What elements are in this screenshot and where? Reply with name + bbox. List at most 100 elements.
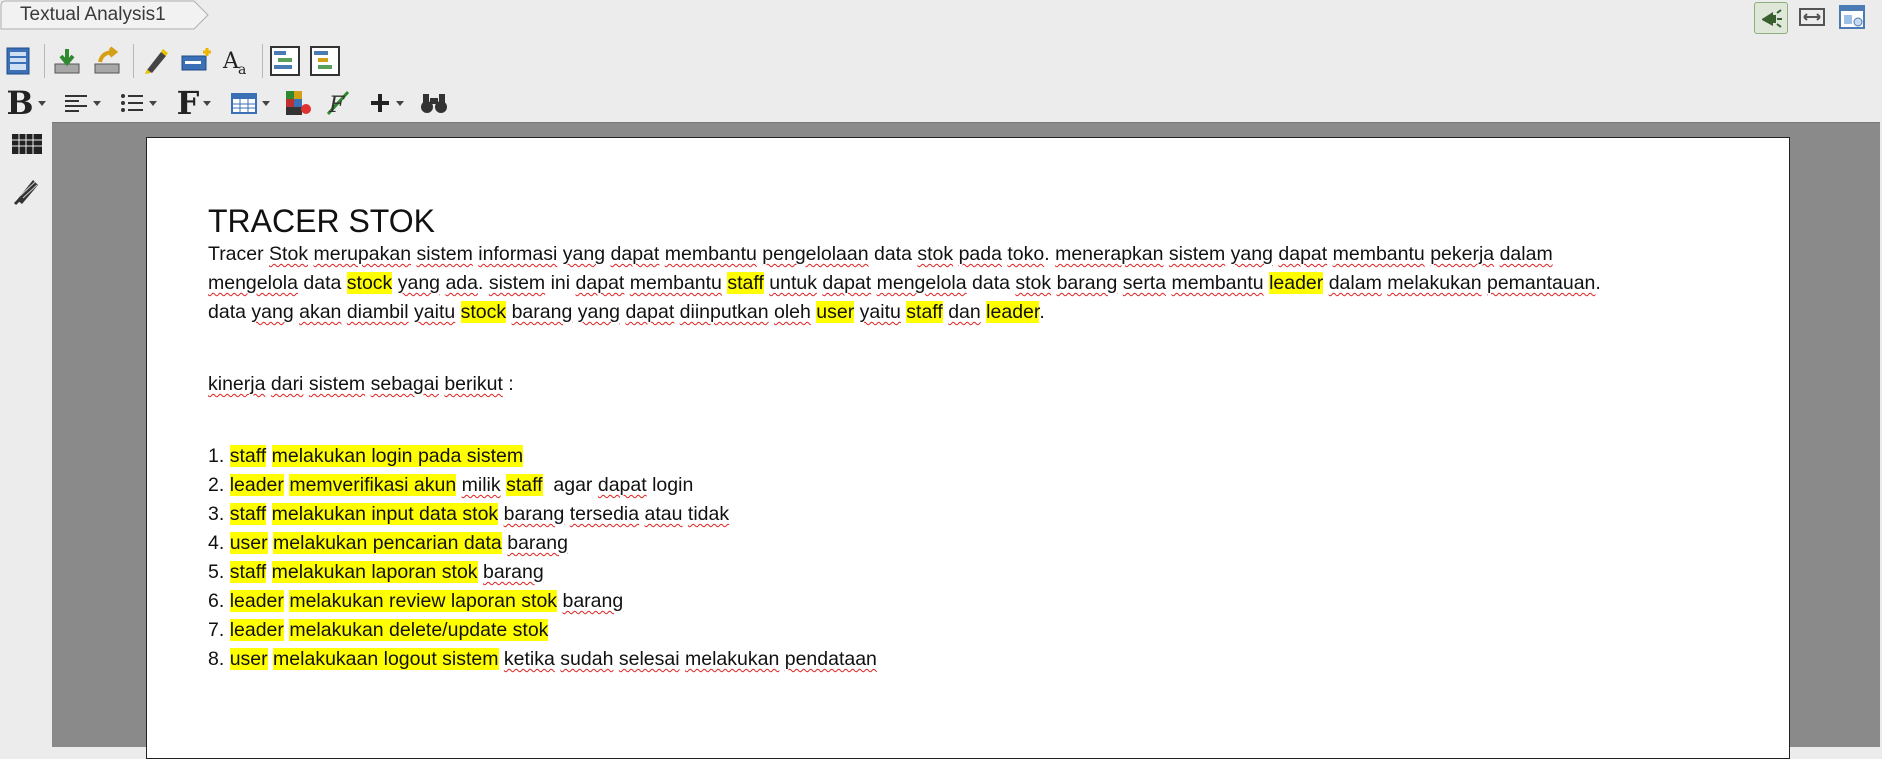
highlighter-icon[interactable] xyxy=(138,43,174,79)
text-run: Tracer xyxy=(208,243,270,265)
paragraph-line: data yang akan diambil yaitu stock baran… xyxy=(208,301,1045,323)
chevron-down-icon xyxy=(149,100,157,106)
highlight-actor: leader xyxy=(229,590,284,612)
bold-icon[interactable]: B xyxy=(0,85,52,121)
chevron-down-icon xyxy=(37,100,46,106)
text-run: tersedia xyxy=(569,503,640,525)
find-icon[interactable] xyxy=(416,85,452,121)
toolbar-row-2: B F F xyxy=(0,84,456,122)
text-run: dapat xyxy=(597,474,647,496)
highlight-actor: staff xyxy=(229,561,267,583)
text-run: sudah xyxy=(560,648,614,670)
document-title: TRACER STOK xyxy=(208,203,435,239)
window-layout-icon[interactable] xyxy=(1836,2,1868,32)
formula-icon[interactable]: F xyxy=(320,85,356,121)
align-icon[interactable] xyxy=(56,85,108,121)
text-run: dari xyxy=(270,373,304,395)
fit-width-icon[interactable] xyxy=(1796,2,1828,32)
list-item: 3. staff melakukan input data stok baran… xyxy=(208,503,730,525)
text-run: dan xyxy=(948,301,981,323)
list-item: 8. user melakukaan logout sistem ketika … xyxy=(208,648,877,670)
highlight-actor: user xyxy=(229,648,268,670)
document-tab[interactable]: Textual Analysis1 xyxy=(0,0,210,30)
highlight-actor: staff xyxy=(506,474,543,496)
text-run: membantu xyxy=(629,272,722,294)
text-run: ada xyxy=(445,272,478,294)
chevron-down-icon xyxy=(203,100,212,106)
list-icon[interactable] xyxy=(112,85,164,121)
new-field-icon[interactable] xyxy=(178,43,214,79)
table-icon[interactable] xyxy=(224,85,276,121)
text-run: sistem xyxy=(308,373,366,395)
text-run: yang xyxy=(1230,243,1273,265)
highlight-phrase: melakukan delete/update stok xyxy=(289,619,549,641)
text-run: selesai xyxy=(618,648,680,670)
highlight-actor: staff xyxy=(229,503,267,525)
highlight-actor: leader xyxy=(229,474,284,496)
text-run: dapat xyxy=(610,243,660,265)
highlight-actor: user xyxy=(229,532,268,554)
structure-view-icon[interactable] xyxy=(307,43,343,79)
text-run: melakukan xyxy=(1387,272,1482,294)
text-run: sebagai xyxy=(370,373,439,395)
list-item: 2. leader memverifikasi akun milik staff… xyxy=(208,474,694,496)
export-icon[interactable] xyxy=(89,43,125,79)
pen-tool-icon[interactable] xyxy=(10,174,44,206)
text-run: pekerja xyxy=(1430,243,1495,265)
text-style-icon[interactable]: Aa xyxy=(218,43,254,79)
text-run: kinerja xyxy=(208,373,266,395)
view-toolbar xyxy=(1754,2,1868,34)
list-item: 5. staff melakukan laporan stok barang xyxy=(208,561,544,583)
text-run: informasi xyxy=(478,243,558,265)
svg-text:F: F xyxy=(328,93,345,118)
document-page[interactable]: TRACER STOK Tracer Stok merupakan sistem… xyxy=(146,137,1790,759)
layout-view-icon[interactable] xyxy=(267,43,303,79)
grid-view-icon[interactable] xyxy=(10,128,44,160)
text-run: membantu xyxy=(1332,243,1425,265)
text-run: dalam xyxy=(1328,272,1382,294)
text-run: sistem xyxy=(1168,243,1226,265)
separator xyxy=(133,44,134,78)
text-run: pada xyxy=(958,243,1002,265)
text-run: barang xyxy=(511,301,573,323)
highlight-staff: staff xyxy=(906,301,943,323)
color-icon[interactable] xyxy=(280,85,316,121)
highlight-phrase: melakukan laporan stok xyxy=(271,561,478,583)
text-run: yang xyxy=(562,243,606,265)
import-icon[interactable] xyxy=(49,43,85,79)
text-run: yang xyxy=(577,301,621,323)
list-item: 4. user melakukan pencarian data barang xyxy=(208,532,568,554)
highlight-phrase: memverifikasi akun xyxy=(289,474,457,496)
text-run: ketika xyxy=(503,648,555,670)
text-run: berikut xyxy=(444,373,503,395)
presentation-icon[interactable] xyxy=(1754,2,1788,34)
document-content[interactable]: TRACER STOK Tracer Stok merupakan sistem… xyxy=(208,202,1768,674)
text-run: barang xyxy=(507,532,568,554)
highlight-user: user xyxy=(816,301,855,323)
text-run: mengelola xyxy=(208,272,298,294)
bold-glyph: B xyxy=(6,84,34,122)
font-icon[interactable]: F xyxy=(168,85,220,121)
highlight-phrase: melakukan input data stok xyxy=(271,503,499,525)
highlight-actor: leader xyxy=(229,619,284,641)
svg-text:a: a xyxy=(238,62,246,76)
chevron-down-icon xyxy=(396,100,404,106)
text-run: mengelola xyxy=(876,272,967,294)
left-sidebar xyxy=(0,124,52,746)
add-icon[interactable] xyxy=(360,85,412,121)
intro-line: kinerja dari sistem sebagai berikut : xyxy=(208,373,514,395)
text-run: dapat xyxy=(822,272,872,294)
tab-title: Textual Analysis1 xyxy=(20,4,166,25)
highlight-phrase: melakukan pencarian data xyxy=(273,532,502,554)
text-run: pemantauan xyxy=(1486,272,1596,294)
text-run: sistem xyxy=(416,243,473,265)
new-document-icon[interactable] xyxy=(0,43,36,79)
font-glyph: F xyxy=(176,84,200,122)
text-run: yaitu xyxy=(859,301,901,323)
text-run: dapat xyxy=(625,301,675,323)
text-run: Stok xyxy=(269,243,309,265)
chevron-down-icon xyxy=(93,100,101,106)
highlight-staff: staff xyxy=(727,272,764,294)
text-run: oleh xyxy=(774,301,811,323)
